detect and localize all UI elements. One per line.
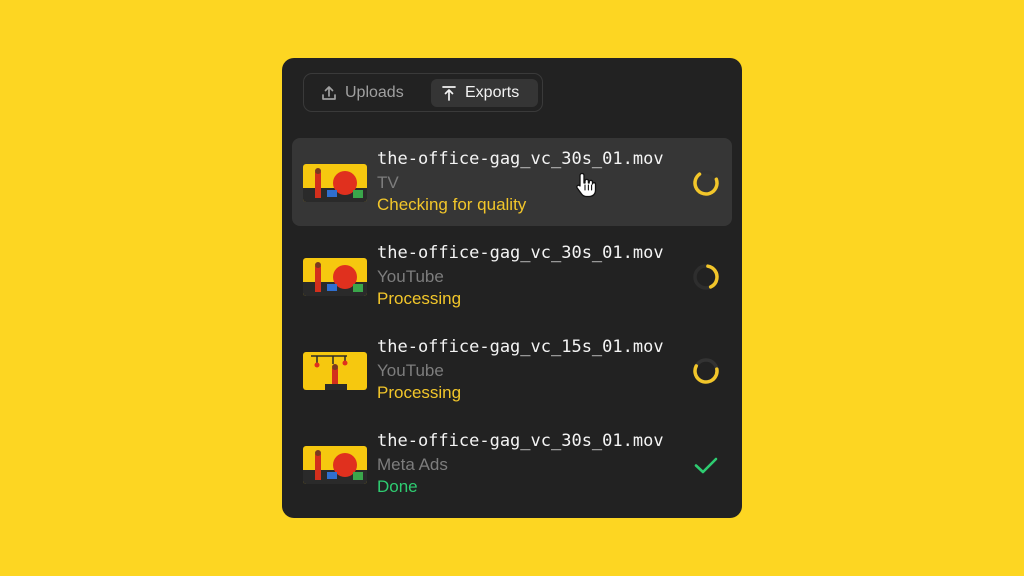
tab-bar: Uploads Exports — [303, 73, 543, 112]
file-name: the-office-gag_vc_30s_01.mov — [377, 149, 664, 169]
video-thumbnail — [303, 352, 367, 390]
tab-exports[interactable]: Exports — [431, 79, 538, 107]
hand-pointer-cursor-icon — [576, 172, 597, 198]
tab-exports-label: Exports — [465, 84, 520, 101]
loading-spinner-icon — [693, 264, 719, 290]
checkmark-icon — [694, 457, 718, 474]
video-thumbnail — [303, 164, 367, 202]
export-status: Done — [377, 477, 418, 496]
export-item[interactable]: the-office-gag_vc_15s_01.mov YouTube Pro… — [292, 326, 732, 414]
export-platform: Meta Ads — [377, 455, 448, 474]
export-status: Checking for quality — [377, 195, 527, 214]
video-thumbnail — [303, 258, 367, 296]
tab-uploads-label: Uploads — [345, 84, 404, 101]
loading-spinner-icon — [693, 170, 719, 196]
export-platform: YouTube — [377, 361, 444, 380]
video-thumbnail — [303, 446, 367, 484]
loading-spinner-icon — [693, 358, 719, 384]
export-status: Processing — [377, 383, 462, 402]
export-platform: YouTube — [377, 267, 444, 286]
export-item[interactable]: the-office-gag_vc_30s_01.mov YouTube Pro… — [292, 232, 732, 320]
exports-panel: Uploads Exports the-office-gag_vc_30s_01… — [282, 58, 742, 518]
export-platform: TV — [377, 173, 399, 192]
file-name: the-office-gag_vc_15s_01.mov — [377, 337, 664, 357]
file-name: the-office-gag_vc_30s_01.mov — [377, 431, 664, 451]
file-name: the-office-gag_vc_30s_01.mov — [377, 243, 664, 263]
tab-uploads[interactable]: Uploads — [312, 79, 428, 107]
export-item[interactable]: the-office-gag_vc_30s_01.mov Meta Ads Do… — [292, 420, 732, 508]
export-status: Processing — [377, 289, 462, 308]
export-item[interactable]: the-office-gag_vc_30s_01.mov TV Checking… — [292, 138, 732, 226]
export-icon — [442, 86, 456, 101]
upload-icon — [322, 86, 336, 100]
